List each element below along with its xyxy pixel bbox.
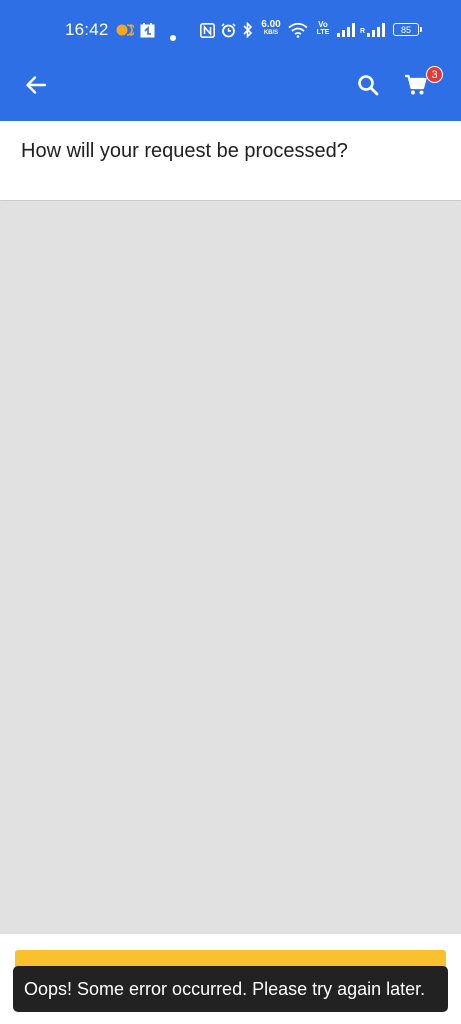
signal-strength-icon-sim1 — [337, 23, 356, 42]
battery-icon: 85 — [393, 23, 419, 36]
calendar-notification-icon — [140, 23, 155, 43]
network-speed-value: 6.00 — [261, 19, 281, 30]
cart-icon — [405, 74, 427, 95]
dot-notification-icon — [170, 28, 176, 46]
battery-tip — [420, 27, 422, 32]
search-button[interactable] — [346, 63, 390, 107]
signal-strength-icon-sim2 — [367, 23, 386, 42]
status-bar: 16:42 6.00 KB/S Vo LTE R 85 — [0, 0, 461, 49]
error-snackbar: Oops! Some error occurred. Please try ag… — [13, 966, 448, 1012]
battery-level: 85 — [400, 24, 411, 35]
volte-label-bottom: LTE — [316, 29, 330, 36]
network-speed-unit: KB/S — [263, 30, 279, 36]
status-time: 16:42 — [65, 20, 109, 39]
cart-count-badge: 3 — [426, 66, 443, 83]
volte-label-top: Vo — [318, 20, 328, 29]
snackbar-message: Oops! Some error occurred. Please try ag… — [24, 978, 426, 999]
page-title: How will your request be processed? — [21, 140, 348, 162]
wifi-icon — [288, 22, 308, 43]
content-area — [0, 201, 461, 934]
search-icon — [358, 75, 379, 96]
roaming-label: R — [360, 28, 366, 35]
app-bar — [0, 49, 461, 121]
nfc-icon — [200, 23, 215, 43]
network-speed: 6.00 KB/S — [258, 19, 284, 37]
arrow-back-icon — [26, 76, 47, 94]
bluetooth-icon — [242, 21, 254, 43]
back-button[interactable] — [14, 63, 58, 107]
alarm-icon — [221, 23, 236, 43]
coin-notification-icon — [116, 23, 136, 42]
volte-indicator: Vo LTE — [315, 20, 331, 37]
